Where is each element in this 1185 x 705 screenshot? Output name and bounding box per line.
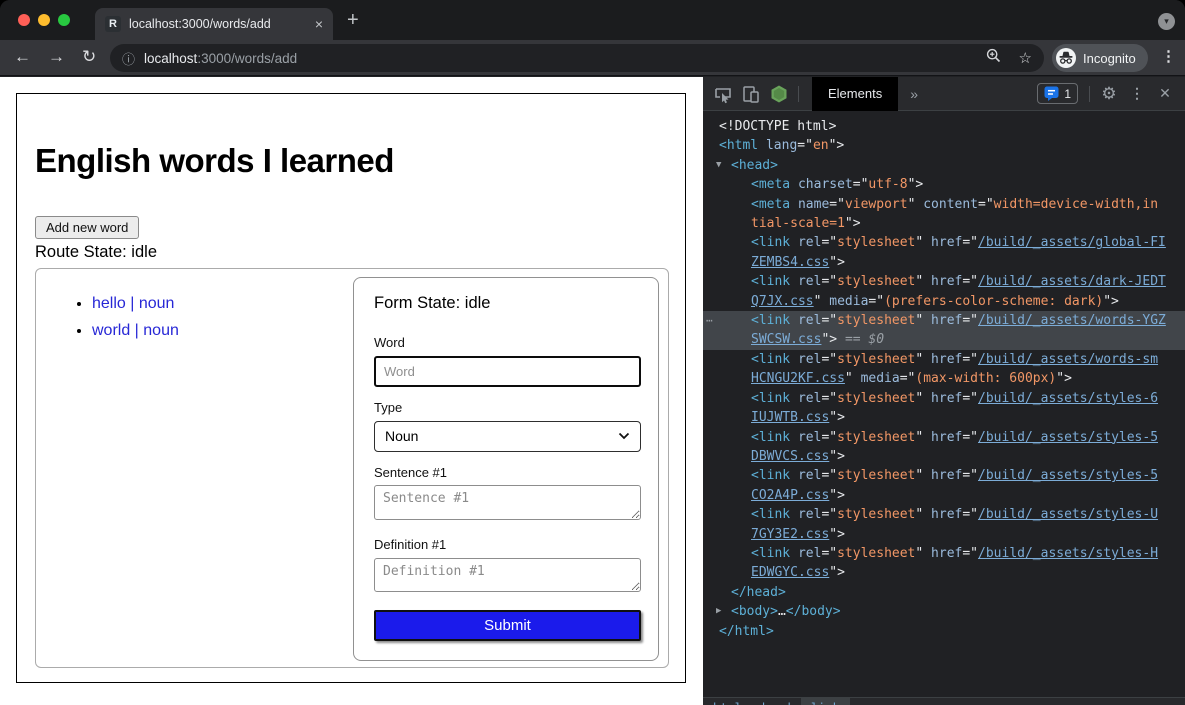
incognito-badge: Incognito [1052,44,1148,72]
dom-tree-line[interactable]: <meta charset="utf-8"> [703,175,1185,194]
dom-tree-line[interactable]: ▶<body>…</body> [703,602,1185,621]
console-message-badge[interactable]: 1 [1037,83,1078,104]
word-list-item: hello | noun [92,295,179,313]
console-message-icon [1044,86,1059,101]
submit-button[interactable]: Submit [374,610,641,641]
dom-tree-line[interactable]: <link rel="stylesheet" href="/build/_ass… [703,389,1185,408]
page-title: English words I learned [35,142,394,180]
more-tabs-icon[interactable]: » [898,86,930,102]
dom-tree-line[interactable]: </head> [703,583,1185,602]
definition-textarea[interactable] [374,558,641,592]
type-select[interactable]: Noun [374,421,641,452]
dom-tree-line[interactable]: <link rel="stylesheet" href="/build/_ass… [703,466,1185,485]
dom-tree-line[interactable]: <link rel="stylesheet" href="/build/_ass… [703,350,1185,369]
dom-tree-line[interactable]: EDWGYC.css"> [703,563,1185,582]
dom-tree: <!DOCTYPE html><html lang="en">▼<head><m… [703,111,1185,697]
word-list-item: world | noun [92,322,179,340]
dom-tree-line[interactable]: DBWVCS.css"> [703,447,1185,466]
collapse-arrow-icon[interactable]: ▶ [716,602,721,621]
breadcrumb-item-head[interactable]: head [752,698,801,705]
sentence-label: Sentence #1 [374,465,447,480]
breadcrumb-item-link[interactable]: link [801,698,850,705]
incognito-label: Incognito [1083,51,1136,66]
word-label: Word [374,335,405,350]
page-info-icon[interactable]: ⓘ [122,49,135,68]
dom-tree-line[interactable]: </html> [703,622,1185,641]
app-container: English words I learned Add new word Rou… [16,93,686,683]
word-link[interactable]: world | noun [92,322,179,339]
dom-tree-line[interactable]: <html lang="en"> [703,136,1185,155]
add-word-form: Form State: idle Word Type Noun Sentence… [353,277,659,661]
devtools-toolbar: Elements » 1 ⚙ ⋮ ✕ [703,77,1185,111]
browser-tab[interactable]: R localhost:3000/words/add × [95,8,333,40]
window-maximize-button[interactable] [58,14,70,26]
dom-tree-line[interactable]: <link rel="stylesheet" href="/build/_ass… [703,233,1185,252]
route-panel: hello | noun world | noun Form State: idl… [35,268,669,668]
zoom-icon[interactable] [986,48,1001,68]
web-page: English words I learned Add new word Rou… [0,77,703,705]
breadcrumb-item-html[interactable]: html [703,698,752,705]
word-input[interactable] [374,356,641,387]
devtools-panel: Elements » 1 ⚙ ⋮ ✕ <!DOCTYPE html><html … [703,77,1185,705]
tab-strip: R localhost:3000/words/add × + ▾ [0,0,1185,40]
browser-window: R localhost:3000/words/add × + ▾ ← → ↻ ⓘ… [0,0,1185,705]
tab-search-button[interactable]: ▾ [1158,13,1175,30]
dom-tree-line[interactable]: IUJWTB.css"> [703,408,1185,427]
sentence-textarea[interactable] [374,485,641,520]
dom-tree-line[interactable]: tial-scale=1"> [703,214,1185,233]
tab-title: localhost:3000/words/add [129,17,307,31]
forward-button[interactable]: → [48,47,65,67]
dom-tree-line[interactable]: CO2A4P.css"> [703,486,1185,505]
word-link[interactable]: hello | noun [92,295,174,312]
incognito-icon [1056,48,1076,68]
window-close-button[interactable] [18,14,30,26]
devtools-close-icon[interactable]: ✕ [1151,77,1179,111]
dom-tree-line[interactable]: <link rel="stylesheet" href="/build/_ass… [703,544,1185,563]
word-list: hello | noun world | noun [36,295,179,349]
devtools-menu-icon[interactable]: ⋮ [1123,77,1151,111]
dom-tree-line[interactable]: <link rel="stylesheet" href="/build/_ass… [703,272,1185,291]
settings-gear-icon[interactable]: ⚙ [1095,77,1123,111]
reload-button[interactable]: ↻ [82,47,96,67]
definition-label: Definition #1 [374,537,446,552]
dom-tree-line[interactable]: 7GY3E2.css"> [703,525,1185,544]
dom-tree-line[interactable]: ▼<head> [703,156,1185,175]
dom-tree-line[interactable]: <link rel="stylesheet" href="/build/_ass… [703,428,1185,447]
route-state-text: Route State: idle [35,243,157,262]
add-new-word-button[interactable]: Add new word [35,216,139,239]
new-tab-button[interactable]: + [347,9,359,31]
dom-tree-line[interactable]: ⋯<link rel="stylesheet" href="/build/_as… [703,311,1185,330]
chevron-down-icon [618,432,630,440]
line-gutter-icon: ⋯ [706,311,713,330]
type-label: Type [374,400,402,415]
form-state-text: Form State: idle [374,294,490,313]
tab-close-icon[interactable]: × [315,16,323,32]
dom-tree-line[interactable]: SWCSW.css"> == $0 [703,330,1185,349]
address-path: :3000/words/add [197,51,297,66]
device-toolbar-icon[interactable] [737,77,765,111]
address-bar[interactable]: ⓘ localhost :3000/words/add ☆ [110,44,1044,72]
dom-tree-line[interactable]: ZEMBS4.css"> [703,253,1185,272]
node-icon[interactable] [765,77,793,111]
inspect-element-icon[interactable] [709,77,737,111]
expand-arrow-icon[interactable]: ▼ [716,156,721,175]
dom-tree-line[interactable]: <meta name="viewport" content="width=dev… [703,195,1185,214]
dom-tree-line[interactable]: Q7JX.css" media="(prefers-color-scheme: … [703,292,1185,311]
dom-tree-line[interactable]: <link rel="stylesheet" href="/build/_ass… [703,505,1185,524]
window-minimize-button[interactable] [38,14,50,26]
dom-tree-line[interactable]: HCNGU2KF.css" media="(max-width: 600px)"… [703,369,1185,388]
address-host: localhost [144,51,197,66]
type-select-value: Noun [385,428,418,444]
console-message-count: 1 [1064,87,1071,101]
remix-favicon-icon: R [105,16,121,32]
back-button[interactable]: ← [14,47,31,67]
bookmark-star-icon[interactable]: ☆ [1019,49,1032,67]
dom-tree-line[interactable]: <!DOCTYPE html> [703,117,1185,136]
browser-menu-button[interactable]: ⋮ [1161,47,1176,65]
devtools-breadcrumb: htmlheadlink [703,697,1185,705]
browser-toolbar: ← → ↻ ⓘ localhost :3000/words/add ☆ Inco… [0,40,1185,76]
tab-elements[interactable]: Elements [812,77,898,111]
